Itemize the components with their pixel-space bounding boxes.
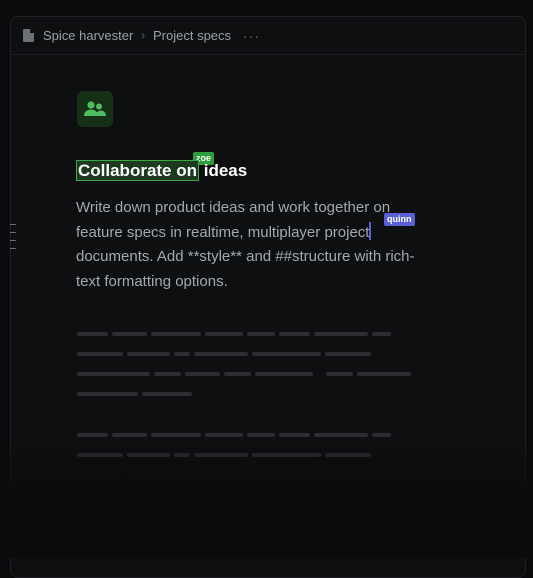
users-icon — [77, 91, 113, 127]
quinn-caret — [369, 221, 372, 240]
heading-text[interactable]: ideas — [204, 161, 247, 180]
more-options-icon[interactable]: ··· — [243, 28, 260, 44]
placeholder-line — [77, 332, 395, 350]
placeholder-line — [77, 372, 415, 390]
placeholder-line — [77, 352, 375, 370]
heading-selected-text[interactable]: Collaborate on — [76, 160, 200, 181]
placeholder-line — [77, 392, 196, 410]
body-text-part1: Write down product ideas and work togeth… — [76, 199, 391, 241]
document-body[interactable]: Write down product ideas and work togeth… — [76, 196, 426, 294]
breadcrumb-workspace[interactable]: Spice harvester — [43, 28, 133, 43]
document-icon — [23, 29, 34, 42]
breadcrumb-page[interactable]: Project specs — [153, 28, 231, 43]
body-text-part2: documents. Add **style** and ##structure… — [76, 248, 415, 290]
bottom-fade — [0, 440, 533, 558]
breadcrumb: Spice harvester › Project specs ··· — [11, 17, 525, 55]
drag-handle-icon[interactable] — [10, 224, 18, 256]
document-heading[interactable]: Collaborate on ideas — [76, 160, 247, 181]
breadcrumb-separator-icon: › — [141, 29, 145, 42]
